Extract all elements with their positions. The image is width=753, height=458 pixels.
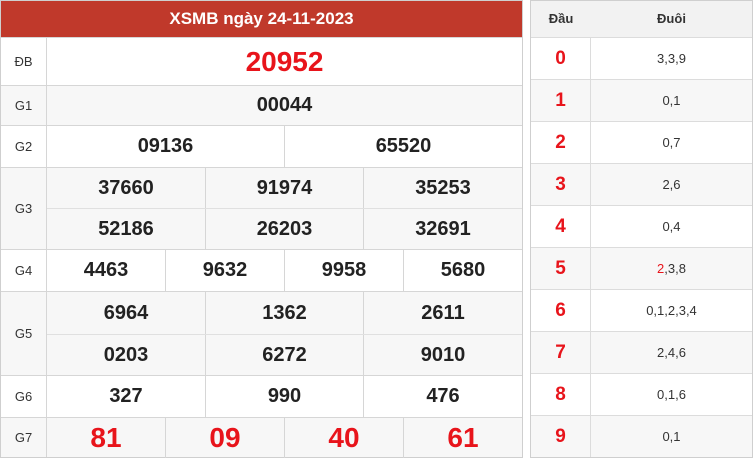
row-g6: G6 327 990 476 [1,375,522,417]
duoi-digits: 0,1 [662,93,681,108]
row-label-g7: G7 [1,418,47,457]
head-tail-header: Đầu Đuôi [531,1,752,37]
row-label-db: ĐB [1,38,47,85]
g2-number: 65520 [284,126,522,167]
dau-digit: 3 [531,164,591,205]
row-g2: G2 09136 65520 [1,125,522,167]
g4-number: 9632 [165,250,284,291]
results-table: XSMB ngày 24-11-2023 ĐB 20952 G1 00044 G… [0,0,523,458]
g3-number: 91974 [205,168,363,208]
g6-number: 476 [363,376,522,417]
g7-number: 40 [284,418,403,458]
duoi-digits: 0,1 [662,429,681,444]
duoi-highlight-digit: 2 [657,261,665,276]
g5-number: 6272 [205,335,363,376]
head-tail-row: 3 2,6 [531,163,752,205]
g5-number: 2611 [363,292,522,334]
duoi-digits: 0,7 [662,135,681,150]
g5-number: 6964 [103,301,149,324]
duoi-digits: 2,3,8 [591,248,752,289]
g3-number: 32691 [363,209,522,249]
head-tail-table: Đầu Đuôi 0 3,3,9 1 0,1 2 0,7 3 2,6 4 0,4… [530,0,753,458]
g4-number: 5680 [403,250,522,291]
duoi-rest-digits: ,3,8 [664,261,686,276]
row-g5: G5 6964 1362 2611 0203 6272 9010 [1,291,522,376]
dau-digit: 6 [531,290,591,331]
row-db: ĐB 20952 [1,37,522,85]
row-label-g2: G2 [1,126,47,167]
row-g7: G7 81 09 40 61 [1,417,522,458]
g4-number: 9958 [284,250,403,291]
row-g4: G4 4463 9632 9958 5680 [1,249,522,291]
dau-digit: 0 [531,38,591,79]
header-dau: Đầu [548,11,574,26]
row-g1: G1 00044 [1,85,522,125]
head-tail-row: 5 2,3,8 [531,247,752,289]
g7-number: 61 [403,418,522,458]
g7-number: 81 [90,422,122,453]
dau-digit: 2 [531,122,591,163]
head-tail-row: 4 0,4 [531,205,752,247]
dau-digit: 7 [531,332,591,373]
g6-number: 327 [109,385,143,407]
head-tail-row: 8 0,1,6 [531,373,752,415]
special-prize-number: 20952 [245,45,324,77]
g4-number: 4463 [83,259,129,281]
duoi-digits: 0,1,6 [657,387,686,402]
g6-number: 990 [205,376,363,417]
g3-number: 26203 [205,209,363,249]
head-tail-row: 0 3,3,9 [531,37,752,79]
row-label-g6: G6 [1,376,47,417]
head-tail-row: 2 0,7 [531,121,752,163]
g3-number: 52186 [98,217,154,240]
duoi-digits: 2,4,6 [657,345,686,360]
duoi-digits: 0,1,2,3,4 [646,303,697,318]
g7-number: 09 [165,418,284,458]
duoi-digits: 2,6 [662,177,681,192]
g3-number: 37660 [98,176,154,199]
head-tail-row: 6 0,1,2,3,4 [531,289,752,331]
dau-digit: 9 [531,416,591,457]
row-label-g5: G5 [1,292,47,375]
g2-number: 09136 [137,135,194,157]
header-duoi: Đuôi [657,11,686,26]
results-title: XSMB ngày 24-11-2023 [1,1,522,37]
dau-digit: 1 [531,80,591,121]
g3-number: 35253 [363,168,522,208]
g5-number: 0203 [103,344,149,366]
dau-digit: 5 [531,248,591,289]
row-label-g4: G4 [1,250,47,291]
g5-number: 1362 [205,292,363,334]
row-g3: G3 37660 91974 35253 52186 26203 32691 [1,167,522,249]
head-tail-row: 7 2,4,6 [531,331,752,373]
duoi-digits: 3,3,9 [657,51,686,66]
row-label-g3: G3 [1,168,47,249]
g1-number: 00044 [256,94,313,116]
duoi-digits: 0,4 [662,219,681,234]
head-tail-row: 9 0,1 [531,415,752,457]
g5-number: 9010 [363,335,522,376]
dau-digit: 8 [531,374,591,415]
lottery-results-page: XSMB ngày 24-11-2023 ĐB 20952 G1 00044 G… [0,0,753,458]
row-label-g1: G1 [1,86,47,125]
dau-digit: 4 [531,206,591,247]
head-tail-row: 1 0,1 [531,79,752,121]
